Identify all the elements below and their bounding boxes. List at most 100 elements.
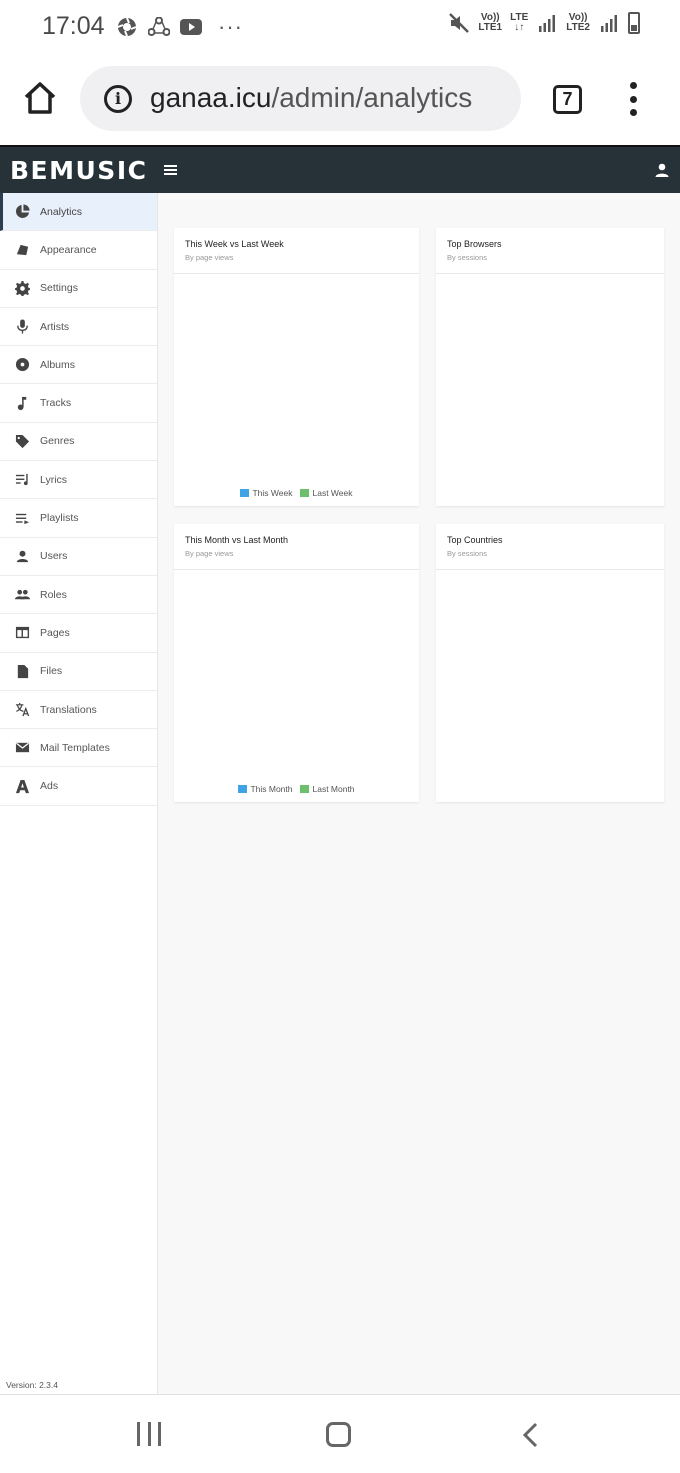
mail-icon: [14, 740, 30, 756]
legend-swatch: [300, 489, 310, 497]
sidebar-item-label: Mail Templates: [40, 741, 110, 754]
top-countries-card: Top Countries By sessions: [436, 524, 664, 802]
tab-switcher-button[interactable]: 7: [553, 85, 582, 114]
lte2-label: LTE2: [566, 22, 590, 33]
brand-logo[interactable]: BEMUSIC: [10, 156, 147, 185]
sidebar-item-label: Files: [40, 665, 63, 678]
mute-icon: [448, 12, 470, 34]
lyrics-icon: [14, 472, 30, 488]
sidebar-item-files[interactable]: Files: [0, 653, 157, 691]
browser-menu-icon[interactable]: [627, 82, 639, 116]
browser-toolbar: i ganaa.icu/admin/analytics 7: [0, 52, 680, 144]
share-icon: [148, 16, 170, 38]
url-text[interactable]: ganaa.icu/admin/analytics: [150, 82, 472, 114]
card-title: Top Countries: [447, 535, 503, 545]
sidebar-item-tracks[interactable]: Tracks: [0, 384, 157, 423]
sidebar-item-label: Settings: [40, 282, 78, 295]
lte-data: LTE ↓↑: [510, 13, 528, 33]
chart-legend: This Week Last Week: [174, 488, 419, 498]
status-time: 17:04: [42, 12, 105, 40]
hamburger-menu-icon[interactable]: [164, 165, 177, 175]
card-title: This Month vs Last Month: [185, 535, 289, 545]
sidebar-item-roles[interactable]: Roles: [0, 576, 157, 615]
legend-swatch: [300, 785, 310, 793]
week-comparison-card: This Week vs Last Week By page views Thi…: [174, 228, 419, 506]
address-bar[interactable]: i ganaa.icu/admin/analytics: [80, 66, 521, 131]
home-button-icon[interactable]: [326, 1422, 351, 1447]
back-icon[interactable]: [520, 1422, 540, 1448]
sidebar-item-lyrics[interactable]: Lyrics: [0, 461, 157, 500]
home-icon[interactable]: [22, 80, 58, 116]
card-title: This Week vs Last Week: [185, 239, 284, 249]
sidebar-item-label: Ads: [40, 780, 59, 793]
sidebar-item-analytics[interactable]: Analytics: [0, 193, 157, 232]
volte-sim1: Vo)) LTE1: [478, 13, 502, 33]
lte1-label: LTE1: [478, 22, 503, 33]
card-subtitle: By sessions: [447, 549, 488, 558]
sidebar-item-label: Lyrics: [40, 473, 68, 486]
tag-icon: [14, 433, 30, 449]
sidebar-item-settings[interactable]: Settings: [0, 270, 157, 308]
sidebar-item-appearance[interactable]: Appearance: [0, 231, 157, 270]
user-icon: [14, 548, 30, 564]
card-header: This Month vs Last Month By page views: [174, 524, 419, 570]
card-subtitle: By sessions: [447, 253, 488, 262]
sidebar-item-label: Users: [40, 550, 68, 563]
sidebar-item-label: Tracks: [40, 397, 72, 410]
aperture-icon: [116, 16, 138, 38]
info-icon[interactable]: i: [104, 85, 132, 113]
card-header: Top Browsers By sessions: [436, 228, 664, 274]
sidebar-item-label: Appearance: [40, 243, 97, 256]
sidebar-item-playlists[interactable]: Playlists: [0, 499, 157, 538]
sidebar-item-label: Playlists: [40, 512, 79, 525]
music-note-icon: [14, 395, 30, 411]
legend-item[interactable]: This Week: [240, 488, 292, 498]
page-icon: [14, 625, 30, 641]
youtube-icon: [180, 16, 202, 38]
sidebar-item-artists[interactable]: Artists: [0, 308, 157, 347]
sidebar-item-genres[interactable]: Genres: [0, 423, 157, 462]
sidebar-item-translations[interactable]: Translations: [0, 691, 157, 730]
sidebar-item-mail-templates[interactable]: Mail Templates: [0, 729, 157, 768]
battery-icon: [628, 12, 640, 34]
sidebar-item-label: Artists: [40, 320, 70, 333]
sidebar-item-pages[interactable]: Pages: [0, 614, 157, 653]
legend-label: Last Week: [312, 488, 353, 498]
sidebar-item-label: Roles: [40, 588, 67, 601]
top-browsers-card: Top Browsers By sessions: [436, 228, 664, 506]
legend-item[interactable]: Last Week: [300, 488, 353, 498]
chart-legend: This Month Last Month: [174, 784, 419, 794]
album-icon: [14, 357, 30, 373]
volte-sim2: Vo)) LTE2: [566, 13, 590, 33]
playlist-icon: [14, 510, 30, 526]
microphone-icon: [14, 319, 30, 335]
legend-item[interactable]: Last Month: [300, 784, 355, 794]
legend-swatch: [238, 785, 248, 793]
file-icon: [14, 663, 30, 679]
sidebar-item-albums[interactable]: Albums: [0, 346, 157, 385]
recent-apps-icon[interactable]: [137, 1422, 161, 1446]
gear-icon: [14, 280, 30, 296]
palette-icon: [14, 242, 30, 258]
sidebar-item-users[interactable]: Users: [0, 538, 157, 576]
card-header: This Week vs Last Week By page views: [174, 228, 419, 274]
admin-sidebar: Analytics Appearance Settings Artists Al…: [0, 193, 158, 1394]
signal-sim1-icon: [536, 12, 558, 34]
sidebar-item-label: Pages: [40, 626, 70, 639]
url-path: /admin/analytics: [271, 82, 473, 113]
card-subtitle: By page views: [185, 253, 234, 262]
legend-label: This Month: [250, 784, 293, 794]
card-title: Top Browsers: [447, 239, 502, 249]
account-icon[interactable]: [655, 163, 669, 177]
status-notification-icons: ···: [116, 14, 243, 40]
analytics-content: This Week vs Last Week By page views Thi…: [158, 193, 680, 1394]
app-header: BEMUSIC: [0, 145, 680, 193]
people-icon: [14, 587, 30, 603]
signal-sim2-icon: [598, 12, 620, 34]
status-system-icons: Vo)) LTE1 LTE ↓↑ Vo)) LTE2: [448, 12, 640, 34]
legend-label: Last Month: [312, 784, 355, 794]
card-subtitle: By page views: [185, 549, 234, 558]
legend-item[interactable]: This Month: [238, 784, 292, 794]
more-notifications-icon: ···: [218, 14, 243, 39]
sidebar-item-ads[interactable]: Ads: [0, 767, 157, 806]
